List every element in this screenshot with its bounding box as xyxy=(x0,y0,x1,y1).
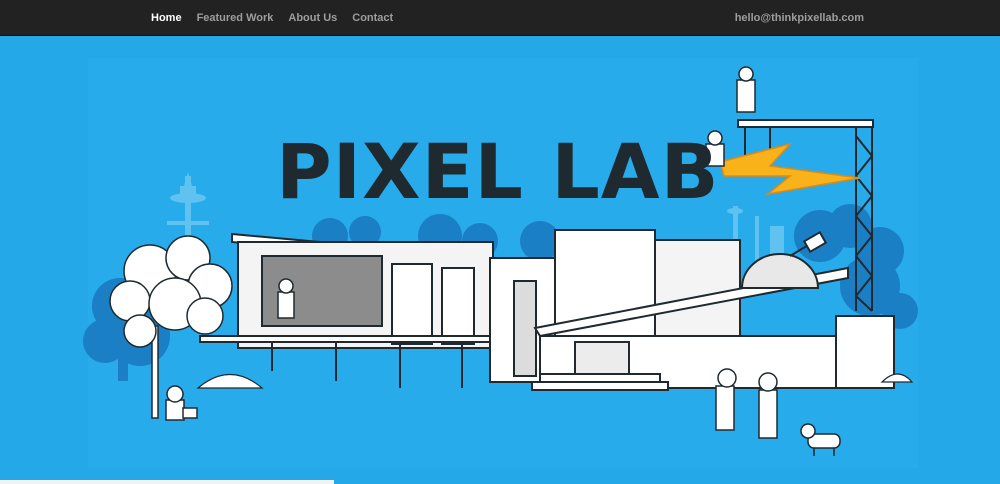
nav-link-contact[interactable]: Contact xyxy=(352,12,393,24)
nav-link-about-us[interactable]: About Us xyxy=(288,12,337,24)
nav-link-home[interactable]: Home xyxy=(151,12,182,24)
nav-link-featured-work[interactable]: Featured Work xyxy=(197,12,274,24)
hero-banner: PIXEL LAB xyxy=(0,36,1000,484)
nav-links: Home Featured Work About Us Contact xyxy=(151,0,408,36)
page-bottom-strip xyxy=(0,480,334,484)
hero-illustration xyxy=(83,58,918,468)
nav-email-link[interactable]: hello@thinkpixellab.com xyxy=(735,0,864,36)
pixel-lab-logo: PIXEL LAB xyxy=(276,127,720,216)
top-navbar: Home Featured Work About Us Contact hell… xyxy=(0,0,1000,36)
